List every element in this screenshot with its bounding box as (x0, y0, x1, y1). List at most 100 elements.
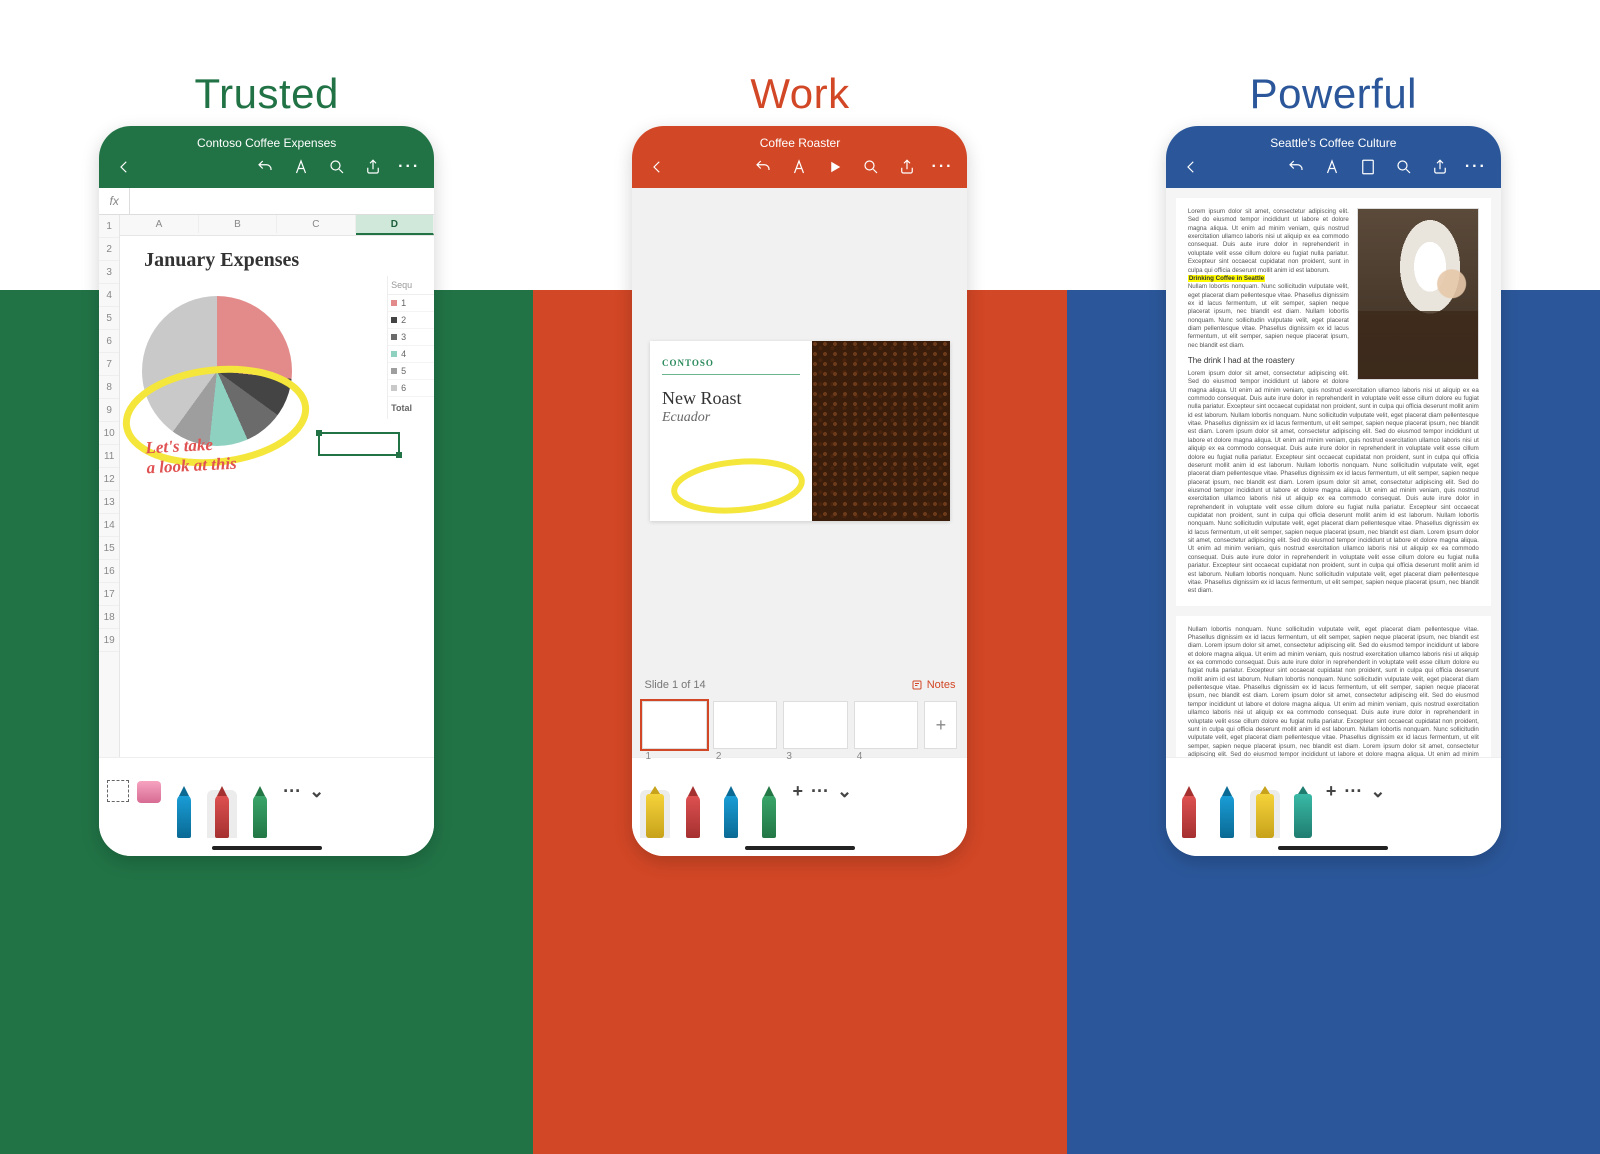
slide-thumb[interactable]: 1 (642, 701, 706, 749)
col-header[interactable]: C (277, 215, 356, 233)
undo-icon[interactable] (752, 156, 774, 178)
legend-item: 4 (388, 346, 434, 363)
more-pens-icon[interactable]: ··· (811, 781, 829, 802)
row-header[interactable]: 2 (99, 238, 119, 261)
more-pens-icon[interactable]: ··· (283, 781, 301, 802)
pen-blue[interactable] (716, 790, 746, 838)
search-icon[interactable] (1393, 156, 1415, 178)
row-header[interactable]: 16 (99, 560, 119, 583)
add-slide-button[interactable]: + (924, 701, 957, 749)
font-icon[interactable] (1321, 156, 1343, 178)
excel-doc-title: Contoso Coffee Expenses (109, 132, 424, 156)
row-header[interactable]: 19 (99, 629, 119, 652)
collapse-icon[interactable]: ⌄ (309, 781, 324, 802)
font-icon[interactable] (290, 156, 312, 178)
page-1[interactable]: Lorem ipsum dolor sit amet, consectetur … (1176, 198, 1491, 606)
back-icon[interactable] (1180, 156, 1202, 178)
pen-blue[interactable] (169, 790, 199, 838)
ink-annotation: Let's takea look at this (145, 434, 237, 479)
share-icon[interactable] (1429, 156, 1451, 178)
slide-brand: CONTOSO (662, 359, 800, 368)
col-header[interactable]: B (199, 215, 278, 233)
phone-word: Seattle's Coffee Culture ··· (1166, 126, 1501, 856)
row-header[interactable]: 10 (99, 422, 119, 445)
add-pen-icon[interactable]: + (792, 781, 803, 802)
row-header[interactable]: 18 (99, 606, 119, 629)
pen-red[interactable] (207, 790, 237, 838)
row-header[interactable]: 14 (99, 514, 119, 537)
highlighter-yellow[interactable] (1250, 790, 1280, 838)
more-pens-icon[interactable]: ··· (1344, 781, 1362, 802)
back-icon[interactable] (113, 156, 135, 178)
row-header[interactable]: 9 (99, 399, 119, 422)
row-header[interactable]: 15 (99, 537, 119, 560)
pen-red[interactable] (1174, 790, 1204, 838)
legend-item: 5 (388, 363, 434, 380)
row-header[interactable]: 8 (99, 376, 119, 399)
panel-title-excel: Trusted (195, 70, 339, 118)
ppt-doc-title: Coffee Roaster (642, 132, 957, 156)
pen-green[interactable] (754, 790, 784, 838)
row-header[interactable]: 12 (99, 468, 119, 491)
row-headers: 12345678910111213141516171819 (99, 215, 120, 757)
row-header[interactable]: 1 (99, 215, 119, 238)
more-icon[interactable]: ··· (398, 158, 420, 176)
formula-input[interactable] (130, 188, 434, 214)
phone-excel: Contoso Coffee Expenses ··· fx (99, 126, 434, 856)
document-area[interactable]: Lorem ipsum dolor sit amet, consectetur … (1166, 188, 1501, 757)
font-icon[interactable] (788, 156, 810, 178)
row-header[interactable]: 13 (99, 491, 119, 514)
row-header[interactable]: 7 (99, 353, 119, 376)
more-icon[interactable]: ··· (1465, 158, 1487, 176)
eraser-tool-icon[interactable] (137, 781, 161, 803)
panel-excel: Trusted Contoso Coffee Expenses ··· (0, 0, 533, 1154)
row-header[interactable]: 6 (99, 330, 119, 353)
row-header[interactable]: 11 (99, 445, 119, 468)
home-indicator (212, 846, 322, 850)
slide-stage: CONTOSO New Roast Ecuador Slide 1 of 14 (632, 188, 967, 757)
slide-thumb[interactable]: 2 (713, 701, 777, 749)
slide-thumbnails: 1234+ (632, 697, 967, 757)
panel-title-ppt: Work (750, 70, 849, 118)
share-icon[interactable] (896, 156, 918, 178)
search-icon[interactable] (326, 156, 348, 178)
play-icon[interactable] (824, 156, 846, 178)
formula-bar: fx (99, 188, 434, 215)
slide-subtitle: Ecuador (662, 410, 800, 425)
col-header[interactable]: D (356, 215, 435, 235)
slide-main[interactable]: CONTOSO New Roast Ecuador (650, 341, 950, 521)
col-header[interactable]: A (120, 215, 199, 233)
slide-thumb[interactable]: 3 (783, 701, 847, 749)
share-icon[interactable] (362, 156, 384, 178)
pie-chart[interactable] (142, 296, 292, 446)
add-pen-icon[interactable]: + (1326, 781, 1337, 802)
undo-icon[interactable] (1285, 156, 1307, 178)
pen-blue[interactable] (1212, 790, 1242, 838)
panel-ppt: Work Coffee Roaster ··· (533, 0, 1066, 1154)
lasso-tool-icon[interactable] (107, 780, 129, 802)
back-icon[interactable] (646, 156, 668, 178)
row-header[interactable]: 3 (99, 261, 119, 284)
notes-button[interactable]: Notes (911, 679, 956, 691)
slide-thumb[interactable]: 4 (854, 701, 918, 749)
spreadsheet[interactable]: 12345678910111213141516171819 ABCD Janua… (99, 215, 434, 757)
more-icon[interactable]: ··· (932, 158, 954, 176)
cell-selection[interactable] (318, 432, 400, 456)
highlighter-yellow[interactable] (640, 790, 670, 838)
undo-icon[interactable] (254, 156, 276, 178)
slide-counter: Slide 1 of 14 (644, 679, 705, 691)
row-header[interactable]: 4 (99, 284, 119, 307)
word-draw-toolbar: + ··· ⌄ (1166, 757, 1501, 856)
row-header[interactable]: 17 (99, 583, 119, 606)
pen-green[interactable] (245, 790, 275, 838)
pen-red[interactable] (678, 790, 708, 838)
inline-photo[interactable] (1357, 208, 1479, 380)
highlighter-teal[interactable] (1288, 790, 1318, 838)
search-icon[interactable] (860, 156, 882, 178)
legend-total: Total (388, 397, 434, 419)
layout-icon[interactable] (1357, 156, 1379, 178)
collapse-icon[interactable]: ⌄ (1370, 781, 1385, 802)
page-2[interactable]: Nullam lobortis nonquam. Nunc sollicitud… (1176, 616, 1491, 757)
row-header[interactable]: 5 (99, 307, 119, 330)
collapse-icon[interactable]: ⌄ (837, 781, 852, 802)
